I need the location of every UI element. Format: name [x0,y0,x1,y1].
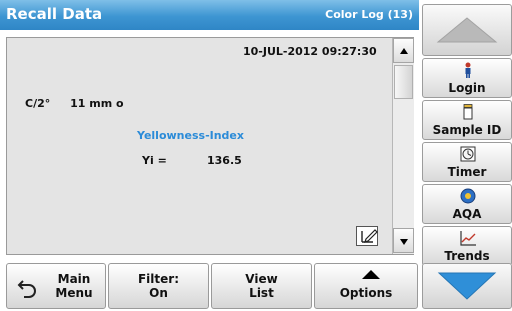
timer-icon [460,146,476,162]
options-button[interactable]: Options [314,263,418,309]
trends-label: Trends [444,249,490,263]
measurement-label: C/2° [25,97,51,110]
view-line1: View [245,272,278,286]
view-list-button[interactable]: View List [211,263,312,309]
aqa-label: AQA [452,207,482,221]
yi-label: Yi = [142,154,167,167]
login-label: Login [448,81,486,95]
main-menu-line1: Main [57,272,91,286]
aqa-icon [460,188,476,204]
triangle-down-icon [400,239,408,245]
measurement-value: 11 mm o [70,97,124,110]
options-label: Options [339,286,393,300]
sample-id-label: Sample ID [432,123,502,137]
record-datetime: 10-JUL-2012 09:27:30 [243,45,377,58]
trend-chart-icon [460,231,476,246]
scroll-down-button[interactable] [393,228,414,253]
record-panel: 10-JUL-2012 09:27:30 C/2° 11 mm o Yellow… [6,37,414,255]
trends-button[interactable]: Trends [422,226,512,266]
main-menu-label: Main Menu [43,272,105,300]
person-icon [465,62,471,78]
log-label: Color Log (13) [325,8,413,21]
filter-button[interactable]: Filter: On [108,263,209,309]
scroll-up-button[interactable] [393,38,414,63]
page-down-button[interactable] [422,263,512,309]
arrow-up-icon [436,17,498,43]
sample-id-button[interactable]: Sample ID [422,100,512,140]
timer-label: Timer [447,165,487,179]
arrow-down-icon [437,272,497,300]
triangle-up-icon [400,48,408,54]
view-line2: List [249,286,274,300]
page-up-button[interactable] [422,4,512,56]
filter-line1: Filter: [137,272,179,286]
measurement-row: C/2° 11 mm o [25,97,124,110]
page-title: Recall Data [6,5,103,23]
back-arrow-icon [17,280,36,298]
login-button[interactable]: Login [422,58,512,98]
options-up-icon [362,270,380,279]
main-menu-button[interactable]: Main Menu [6,263,106,309]
edit-button[interactable] [356,226,378,246]
index-title: Yellowness-Index [137,129,244,142]
yi-value: 136.5 [207,154,242,167]
edit-icon [361,229,378,243]
scroll-thumb[interactable] [394,65,413,99]
title-bar: Recall Data Color Log (13) [0,0,419,30]
main-menu-line2: Menu [55,286,93,300]
scrollbar[interactable] [392,38,414,254]
view-list-label: View List [212,272,311,300]
filter-label: Filter: On [109,272,208,300]
aqa-button[interactable]: AQA [422,184,512,224]
filter-line2: On [149,286,168,300]
timer-button[interactable]: Timer [422,142,512,182]
sample-bottle-icon [463,104,473,120]
